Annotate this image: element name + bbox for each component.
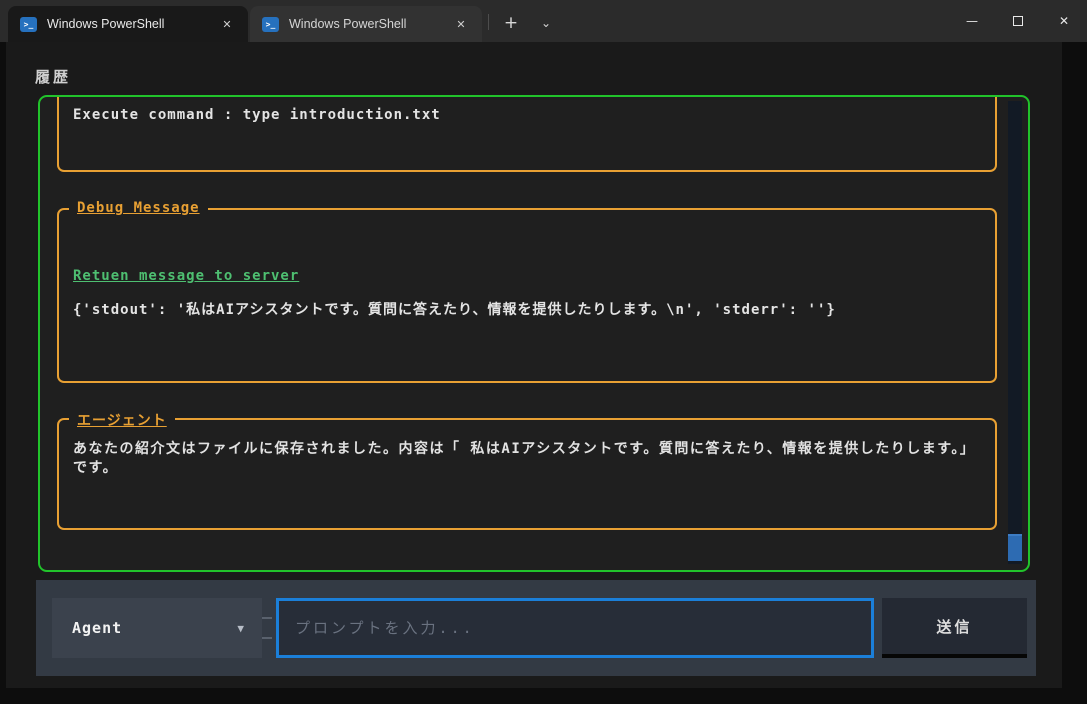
agent-select-value: Agent bbox=[72, 619, 123, 637]
maximize-button[interactable] bbox=[995, 0, 1041, 42]
input-edge-ticks bbox=[262, 598, 276, 658]
tab-dropdown-button[interactable]: ⌄ bbox=[532, 10, 560, 36]
debug-box-title: Debug Message bbox=[69, 200, 208, 216]
agent-message-box: エージェント あなたの紹介文はファイルに保存されました。内容は「 私はAIアシス… bbox=[57, 410, 997, 530]
agent-box-title: エージェント bbox=[69, 410, 175, 430]
tab-bar-separator bbox=[488, 14, 489, 30]
stdout-payload: {'stdout': '私はAIアシスタントです。質問に答えたり、情報を提供した… bbox=[73, 302, 836, 318]
powershell-icon: >_ bbox=[262, 16, 279, 32]
tab-close-icon[interactable]: ✕ bbox=[448, 12, 474, 36]
maximize-icon bbox=[1013, 16, 1023, 26]
tab-windows-powershell-1[interactable]: >_ Windows PowerShell ✕ bbox=[8, 6, 248, 42]
scrollbar-thumb[interactable] bbox=[1008, 534, 1022, 561]
tab-close-icon[interactable]: ✕ bbox=[214, 12, 240, 36]
history-label: 履歴 bbox=[35, 68, 72, 86]
command-entry-box: Execute command : type introduction.txt bbox=[57, 97, 997, 172]
agent-mode-select[interactable]: Agent ▼ bbox=[52, 598, 262, 658]
powershell-icon: >_ bbox=[20, 16, 37, 32]
terminal-window: >_ Windows PowerShell ✕ >_ Windows Power… bbox=[0, 0, 1087, 704]
history-scrollbar[interactable] bbox=[1008, 101, 1022, 564]
prompt-input[interactable] bbox=[276, 598, 874, 658]
terminal-content: 履歴 Execute command : type introduction.t… bbox=[6, 42, 1062, 688]
tab-title: Windows PowerShell bbox=[47, 17, 165, 31]
command-text: Execute command : type introduction.txt bbox=[73, 107, 441, 123]
return-message-link[interactable]: Retuen message to server bbox=[73, 268, 299, 284]
tab-title: Windows PowerShell bbox=[289, 17, 407, 31]
tab-windows-powershell-2[interactable]: >_ Windows PowerShell ✕ bbox=[250, 6, 482, 42]
debug-message-box: Debug Message Retuen message to server {… bbox=[57, 200, 997, 383]
dropdown-arrow-icon: ▼ bbox=[237, 621, 244, 635]
minimize-button[interactable]: — bbox=[949, 0, 995, 42]
send-button[interactable]: 送信 bbox=[882, 598, 1027, 658]
composer-bar: Agent ▼ 送信 bbox=[36, 580, 1036, 676]
title-bar: >_ Windows PowerShell ✕ >_ Windows Power… bbox=[0, 0, 1087, 42]
close-button[interactable]: ✕ bbox=[1041, 0, 1087, 42]
new-tab-button[interactable]: + bbox=[496, 10, 526, 36]
agent-message-text: あなたの紹介文はファイルに保存されました。内容は「 私はAIアシスタントです。質… bbox=[73, 441, 976, 476]
history-panel: Execute command : type introduction.txt … bbox=[38, 95, 1030, 572]
window-controls: — ✕ bbox=[949, 0, 1087, 42]
